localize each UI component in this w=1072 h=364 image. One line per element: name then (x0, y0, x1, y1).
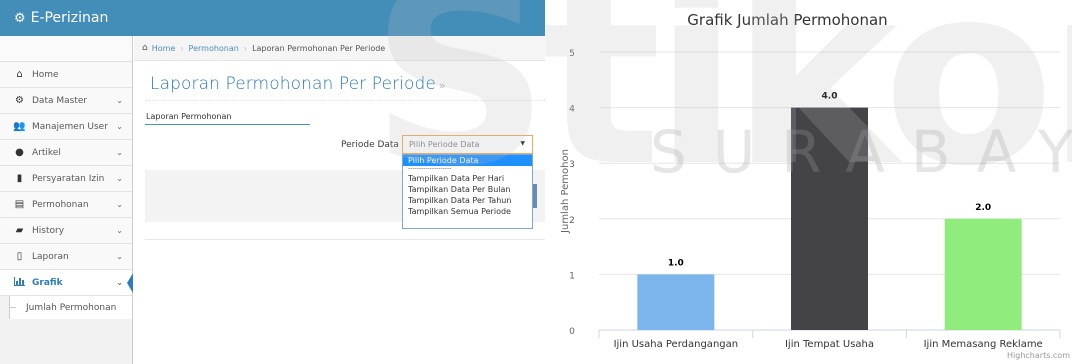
chevron-down-icon: ⌄ (116, 278, 123, 287)
sidebar-item-grafik[interactable]: Grafik ⌄ (0, 270, 133, 296)
breadcrumb: ⌂ Home › Permohonan › Laporan Permohonan… (134, 36, 545, 61)
page-title: Laporan Permohonan Per Periode» (150, 74, 446, 94)
chart-credits[interactable]: Highcharts.com (1007, 351, 1070, 360)
y-tick-label: 5 (569, 49, 575, 59)
file-icon: ▯ (16, 251, 23, 262)
data-label: 1.0 (668, 258, 684, 268)
caret-down-icon: ▼ (520, 140, 525, 147)
tab-laporan-permohonan[interactable]: Laporan Permohonan (146, 112, 231, 121)
dropdown-option[interactable]: Tampilkan Data Per Hari (403, 173, 532, 184)
cogs-icon: ⚙ (15, 95, 24, 106)
chevron-down-icon: ⌄ (116, 226, 123, 235)
dropdown-option[interactable]: Tampilkan Semua Periode (403, 206, 532, 217)
sidebar-item-label: Data Master (32, 95, 88, 106)
sidebar-item-label: Grafik (32, 277, 63, 288)
x-category-label: Ijin Memasang Reklame (924, 339, 1043, 350)
y-axis-label: Jumlah Pemohon (560, 149, 571, 234)
sidebar-item-label: Persyaratan Izin (32, 173, 105, 184)
periode-label: Periode Data (341, 140, 399, 150)
dropdown-option[interactable]: Tampilkan Data Per Tahun (403, 195, 532, 206)
sidebar-item-manajemen-user[interactable]: 👥 Manajemen User ⌄ (0, 114, 132, 140)
app-window: ⚙ E-Perizinan ⌂ Home ⚙ Data Master ⌄ 👥 M… (0, 0, 545, 364)
sidebar-item-laporan[interactable]: ▯ Laporan ⌄ (0, 244, 132, 270)
chevron-down-icon: ⌄ (116, 148, 123, 157)
periode-select[interactable]: Pilih Periode Data ▼ (402, 135, 533, 154)
sidebar-item-label: History (32, 225, 65, 236)
copy-icon: ▤ (14, 199, 25, 210)
chevron-down-icon: ⌄ (116, 174, 123, 183)
x-category-label: Ijin Tempat Usaha (785, 339, 874, 350)
bar-chart: 012345Jumlah Pemohon1.0Ijin Usaha Perdan… (560, 49, 1061, 350)
navbar (133, 0, 545, 36)
users-icon: 👥 (13, 121, 26, 132)
breadcrumb-permohonan[interactable]: Permohonan (189, 44, 239, 53)
title-arrow-icon: » (438, 79, 446, 92)
bar (791, 107, 868, 330)
dropdown-separator: -------------------- (408, 165, 452, 172)
periode-dropdown: Pilih Periode Data -------------------- … (402, 154, 533, 229)
content-divider (145, 239, 545, 240)
sidebar-item-label: Permohonan (32, 199, 89, 210)
brand-logo[interactable]: ⚙ E-Perizinan (0, 0, 133, 36)
circle-icon: ● (15, 147, 24, 158)
chart-container: Grafik Jumlah Permohonan 0 1 2 3 4 5 Jumlah Pe… (545, 0, 1072, 364)
sidebar-item-label: Home (32, 69, 59, 80)
cogs-icon: ⚙ (14, 10, 26, 26)
chevron-down-icon: ⌄ (116, 96, 123, 105)
book-icon: ▰ (15, 225, 24, 236)
tab-underline (145, 124, 310, 125)
title-divider (145, 100, 545, 101)
bar-chart-icon (13, 276, 26, 289)
sidebar-shortcuts (0, 36, 132, 62)
breadcrumb-separator: › (180, 43, 184, 53)
chevron-down-icon: ⌄ (116, 122, 123, 131)
sidebar-item-data-master[interactable]: ⚙ Data Master ⌄ (0, 88, 132, 114)
submit-button[interactable] (533, 184, 537, 208)
data-label: 2.0 (975, 203, 991, 213)
y-tick-label: 4 (569, 105, 575, 115)
bar (637, 274, 715, 330)
sidebar-subitem-jumlah-permohonan[interactable]: Jumlah Permohonan (9, 296, 132, 319)
data-label: 4.0 (822, 92, 838, 102)
page-title-text: Laporan Permohonan Per Periode (150, 74, 436, 94)
bookmark-icon: ▮ (16, 173, 23, 184)
chevron-down-icon: ⌄ (116, 252, 123, 261)
sidebar-item-persyaratan-izin[interactable]: ▮ Persyaratan Izin ⌄ (0, 166, 132, 192)
sidebar: ⌂ Home ⚙ Data Master ⌄ 👥 Manajemen User … (0, 36, 133, 364)
x-category-label: Ijin Usaha Perdangangan (614, 339, 739, 350)
brand-name: E-Perizinan (30, 10, 109, 26)
breadcrumb-home[interactable]: Home (152, 44, 176, 53)
screenshot-root: ⚙ E-Perizinan ⌂ Home ⚙ Data Master ⌄ 👥 M… (0, 0, 1072, 364)
periode-select-value: Pilih Periode Data (409, 140, 480, 149)
bar (944, 218, 1022, 330)
chevron-down-icon: ⌄ (116, 200, 123, 209)
dropdown-option[interactable]: Tampilkan Data Per Bulan (403, 184, 532, 195)
home-icon: ⌂ (142, 43, 148, 53)
home-icon: ⌂ (16, 69, 23, 80)
sidebar-item-artikel[interactable]: ● Artikel ⌄ (0, 140, 132, 166)
breadcrumb-separator: › (243, 43, 248, 53)
sidebar-item-label: Artikel (32, 147, 61, 158)
sidebar-subitem-label: Jumlah Permohonan (26, 302, 117, 313)
sidebar-item-label: Manajemen User (32, 121, 108, 132)
form-actions-panel (145, 170, 402, 222)
y-tick-label: 0 (569, 327, 575, 337)
y-tick-label: 1 (569, 271, 575, 281)
sidebar-item-label: Laporan (32, 251, 69, 262)
breadcrumb-current: Laporan Permohonan Per Periode (252, 43, 386, 53)
sidebar-item-history[interactable]: ▰ History ⌄ (0, 218, 132, 244)
sidebar-item-home[interactable]: ⌂ Home (0, 62, 132, 88)
sidebar-item-permohonan[interactable]: ▤ Permohonan ⌄ (0, 192, 132, 218)
